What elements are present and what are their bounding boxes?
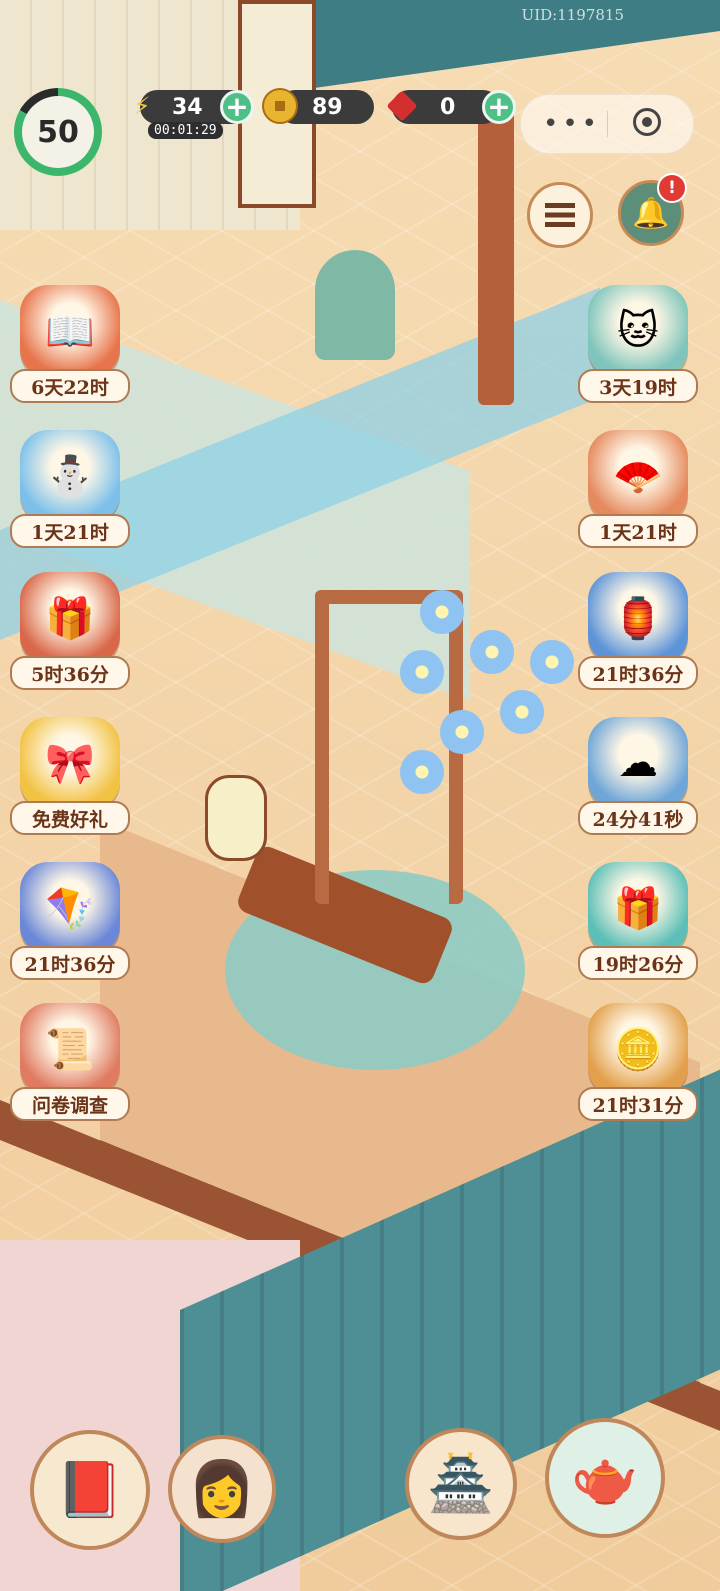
event-cat-spa-timer-label: 3天19时 bbox=[578, 369, 698, 403]
blue-flower bbox=[500, 690, 544, 734]
book-button[interactable]: 📕 bbox=[30, 1430, 150, 1550]
gem-value: 0 bbox=[440, 94, 456, 120]
event-treasure-chest-icon: 🎁 bbox=[20, 572, 120, 664]
event-book-autumn-button[interactable]: 📖 6天22时 bbox=[10, 285, 130, 403]
event-red-fan-button[interactable]: 🏮 21时36分 bbox=[578, 572, 698, 690]
character-portrait-icon: 👩 bbox=[188, 1457, 256, 1520]
event-snow-cat-timer-label: 1天21时 bbox=[10, 514, 130, 548]
red-pillar bbox=[478, 95, 514, 405]
add-gem-button[interactable]: + bbox=[482, 90, 516, 124]
event-book-autumn-icon: 📖 bbox=[20, 285, 120, 377]
blue-flower bbox=[400, 650, 444, 694]
event-cat-spa-button[interactable]: 🐱 3天19时 bbox=[578, 285, 698, 403]
lightning-icon: ⚡ bbox=[133, 92, 151, 120]
event-gift-box-icon: 🎁 bbox=[588, 862, 688, 954]
event-coin-board-button[interactable]: 🪙 21时31分 bbox=[578, 1003, 698, 1121]
shop-building-button[interactable]: 🏯 bbox=[405, 1428, 517, 1540]
miniprogram-capsule: ••• bbox=[520, 94, 694, 154]
energy-refill-timer: 00:01:29 bbox=[148, 122, 223, 139]
event-free-gift-timer-label: 免费好礼 bbox=[10, 801, 130, 835]
event-fan-cat-button[interactable]: 🪭 1天21时 bbox=[578, 430, 698, 548]
blue-flower-vine bbox=[380, 590, 574, 810]
event-coin-board-icon: 🪙 bbox=[588, 1003, 688, 1095]
jade-rock-bonsai[interactable] bbox=[315, 250, 395, 360]
character-button[interactable]: 👩 bbox=[168, 1435, 276, 1543]
shrine-alert-badge: ! bbox=[657, 173, 687, 203]
event-kite-button[interactable]: 🪁 21时36分 bbox=[10, 862, 130, 980]
close-miniprogram-icon[interactable] bbox=[633, 108, 661, 136]
teapot-icon: 🫖 bbox=[571, 1446, 639, 1509]
task-list-button[interactable] bbox=[527, 182, 593, 248]
event-cloud-map-button[interactable]: ☁ 24分41秒 bbox=[578, 717, 698, 835]
event-kite-icon: 🪁 bbox=[20, 862, 120, 954]
event-fan-cat-timer-label: 1天21时 bbox=[578, 514, 698, 548]
event-gift-box-button[interactable]: 🎁 19时26分 bbox=[578, 862, 698, 980]
event-free-gift-button[interactable]: 🎀 免费好礼 bbox=[10, 717, 130, 835]
event-free-gift-icon: 🎀 bbox=[20, 717, 120, 809]
player-level-badge[interactable]: 50 bbox=[14, 88, 102, 176]
capsule-divider bbox=[607, 111, 608, 137]
level-number: 50 bbox=[22, 96, 94, 168]
blue-flower bbox=[440, 710, 484, 754]
uid-label: UID:1197815 bbox=[521, 6, 624, 24]
event-cloud-map-icon: ☁ bbox=[588, 717, 688, 809]
pavilion-icon: 🏯 bbox=[427, 1452, 495, 1515]
event-red-fan-timer-label: 21时36分 bbox=[578, 656, 698, 690]
blue-flower bbox=[400, 750, 444, 794]
event-survey-icon: 📜 bbox=[20, 1003, 120, 1095]
event-survey-button[interactable]: 📜 问卷调查 bbox=[10, 1003, 130, 1121]
teapot-button[interactable]: 🫖 bbox=[545, 1418, 665, 1538]
blue-flower bbox=[420, 590, 464, 634]
event-fan-cat-icon: 🪭 bbox=[588, 430, 688, 522]
event-red-fan-icon: 🏮 bbox=[588, 572, 688, 664]
event-gift-box-timer-label: 19时26分 bbox=[578, 946, 698, 980]
event-snow-cat-icon: ⛄ bbox=[20, 430, 120, 522]
add-energy-button[interactable]: + bbox=[220, 90, 254, 124]
more-options-icon[interactable]: ••• bbox=[543, 111, 601, 137]
event-cat-spa-icon: 🐱 bbox=[588, 285, 688, 377]
blue-flower bbox=[470, 630, 514, 674]
top-hud: UID:1197815 50 34 ⚡ + 00:01:29 89 0 + ••… bbox=[0, 0, 720, 176]
paper-lantern[interactable] bbox=[205, 775, 267, 861]
event-book-autumn-timer-label: 6天22时 bbox=[10, 369, 130, 403]
event-treasure-chest-timer-label: 5时36分 bbox=[10, 656, 130, 690]
red-book-icon: 📕 bbox=[56, 1458, 124, 1521]
event-cloud-map-timer-label: 24分41秒 bbox=[578, 801, 698, 835]
energy-value: 34 bbox=[172, 94, 203, 120]
event-kite-timer-label: 21时36分 bbox=[10, 946, 130, 980]
event-snow-cat-button[interactable]: ⛄ 1天21时 bbox=[10, 430, 130, 548]
shrine-button[interactable]: 🔔 ! bbox=[618, 173, 687, 246]
event-coin-board-timer-label: 21时31分 bbox=[578, 1087, 698, 1121]
event-treasure-chest-button[interactable]: 🎁 5时36分 bbox=[10, 572, 130, 690]
event-survey-timer-label: 问卷调查 bbox=[10, 1087, 130, 1121]
list-icon bbox=[545, 203, 575, 227]
ruby-icon bbox=[384, 88, 420, 124]
blue-flower bbox=[530, 640, 574, 684]
coin-icon bbox=[262, 88, 298, 124]
coin-value: 89 bbox=[312, 94, 343, 120]
